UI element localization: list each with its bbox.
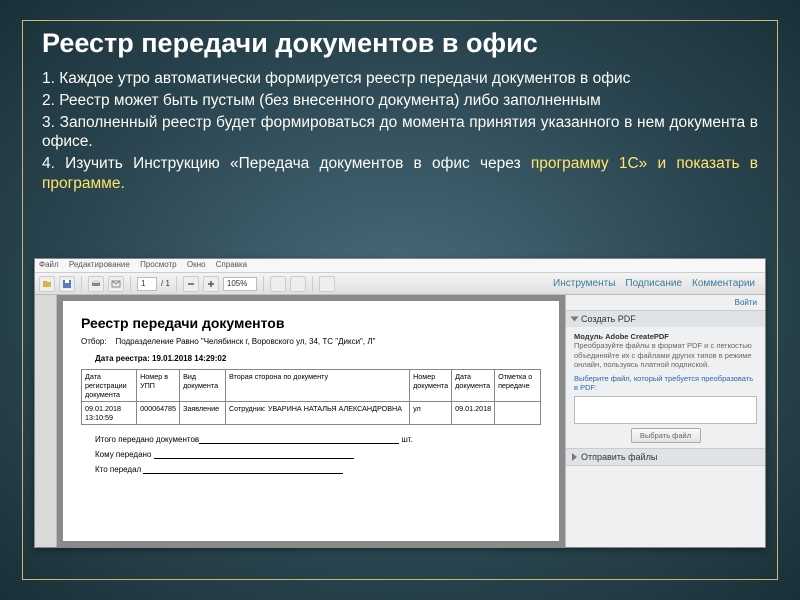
zoom-out-button[interactable] <box>183 276 199 292</box>
doc-date: Дата реестра: 19.01.2018 14:29:02 <box>95 354 541 363</box>
tool-tabs: Инструменты Подписание Комментарии <box>553 278 761 289</box>
module-desc: Преобразуйте файлы в формат PDF и с легк… <box>574 341 752 369</box>
total-label: Итого передано документов <box>95 435 199 444</box>
select-file-label: Выберите файл, который требуется преобра… <box>574 374 757 393</box>
underline <box>154 458 354 459</box>
zoom-level[interactable]: 105% <box>223 277 257 291</box>
page-viewport: Реестр передачи документов Отбор: Подраз… <box>57 295 565 547</box>
tab-tools[interactable]: Инструменты <box>553 278 615 289</box>
toolbar: 1 / 1 105% Инструменты Подписание Коммен… <box>35 273 765 295</box>
table-row: 09.01.2018 13:10:59 000064785 Заявление … <box>82 402 541 425</box>
cell-reg-date: 09.01.2018 13:10:59 <box>82 402 137 425</box>
tool-button[interactable] <box>270 276 286 292</box>
underline <box>199 443 399 444</box>
slide-title: Реестр передачи документов в офис <box>42 28 772 59</box>
pdf-viewer-window: Файл Редактирование Просмотр Окно Справк… <box>34 258 766 548</box>
toolbar-separator <box>130 276 131 292</box>
zoom-value: 105% <box>227 279 247 288</box>
toolbar-separator <box>312 276 313 292</box>
who-label: Кто передал <box>95 465 141 474</box>
to-whom-label: Кому передано <box>95 450 151 459</box>
cell-doc-number: ул <box>410 402 452 425</box>
module-title: Модуль Adobe CreatePDF <box>574 332 669 341</box>
doc-filter: Отбор: Подразделение Равно "Челябинск г,… <box>81 337 541 346</box>
panel-create-header[interactable]: Создать PDF <box>566 311 765 327</box>
save-button[interactable] <box>59 276 75 292</box>
total-line: Итого передано документов шт. <box>95 435 541 444</box>
panel-create-body: Модуль Adobe CreatePDF Преобразуйте файл… <box>566 327 765 448</box>
underline <box>143 473 343 474</box>
filter-label: Отбор: <box>81 337 107 346</box>
menu-edit[interactable]: Редактирование <box>69 260 130 269</box>
menu-window[interactable]: Окно <box>187 260 206 269</box>
panel-send-title: Отправить файлы <box>581 452 657 462</box>
slide-paragraph-2: 2. Реестр может быть пустым (без внесенн… <box>42 91 758 111</box>
document-page: Реестр передачи документов Отбор: Подраз… <box>63 301 559 541</box>
cell-counterparty: Сотрудник: УВАРИНА НАТАЛЬЯ АЛЕКСАНДРОВНА <box>225 402 409 425</box>
cell-transfer-mark <box>495 402 541 425</box>
login-link[interactable]: Войти <box>566 295 765 311</box>
panel-create-pdf: Создать PDF Модуль Adobe CreatePDF Преоб… <box>566 311 765 449</box>
zoom-in-button[interactable] <box>203 276 219 292</box>
col-doc-date: Дата документа <box>452 370 495 402</box>
chevron-down-icon <box>571 317 579 322</box>
slide: Реестр передачи документов в офис 1. Каж… <box>0 0 800 600</box>
tool-button[interactable] <box>290 276 306 292</box>
page-total: / 1 <box>161 279 170 288</box>
to-whom-line: Кому передано <box>95 450 541 459</box>
choose-file-button[interactable]: Выбрать файл <box>631 428 701 443</box>
slide-paragraph-4: 4. Изучить Инструкцию «Передача документ… <box>42 154 758 194</box>
total-unit: шт. <box>401 435 412 444</box>
table-header-row: Дата регистрации документа Номер в УПП В… <box>82 370 541 402</box>
slide-paragraph-4a: 4. Изучить Инструкцию «Передача документ… <box>42 155 531 172</box>
filter-value: Подразделение Равно "Челябинск г, Воровс… <box>115 337 375 346</box>
tool-button[interactable] <box>319 276 335 292</box>
file-drop-box[interactable] <box>574 396 757 424</box>
menu-help[interactable]: Справка <box>216 260 247 269</box>
pdf-body: Реестр передачи документов Отбор: Подраз… <box>35 295 765 547</box>
toolbar-separator <box>176 276 177 292</box>
cell-doc-type: Заявление <box>180 402 226 425</box>
page-number-input[interactable]: 1 <box>137 277 157 291</box>
doc-table: Дата регистрации документа Номер в УПП В… <box>81 369 541 425</box>
mail-button[interactable] <box>108 276 124 292</box>
toolbar-separator <box>81 276 82 292</box>
panel-send-header[interactable]: Отправить файлы <box>566 449 765 465</box>
open-button[interactable] <box>39 276 55 292</box>
col-transfer-mark: Отметка о передаче <box>495 370 541 402</box>
cell-upp-number: 000064785 <box>137 402 180 425</box>
col-upp-number: Номер в УПП <box>137 370 180 402</box>
cell-doc-date: 09.01.2018 <box>452 402 495 425</box>
panel-send-files: Отправить файлы <box>566 449 765 466</box>
toolbar-separator <box>263 276 264 292</box>
chevron-right-icon <box>572 453 577 461</box>
nav-strip[interactable] <box>35 295 57 547</box>
tab-sign[interactable]: Подписание <box>625 278 682 289</box>
doc-title: Реестр передачи документов <box>81 315 541 331</box>
menu-bar: Файл Редактирование Просмотр Окно Справк… <box>35 259 765 273</box>
menu-file[interactable]: Файл <box>39 260 59 269</box>
col-counterparty: Вторая сторона по документу <box>225 370 409 402</box>
tab-comments[interactable]: Комментарии <box>692 278 755 289</box>
col-doc-number: Номер документа <box>410 370 452 402</box>
slide-paragraph-3: 3. Заполненный реестр будет формироватьс… <box>42 113 758 153</box>
menu-view[interactable]: Просмотр <box>140 260 177 269</box>
panel-create-title: Создать PDF <box>581 314 636 324</box>
right-panel: Войти Создать PDF Модуль Adobe CreatePDF… <box>565 295 765 547</box>
who-line: Кто передал <box>95 465 541 474</box>
col-doc-type: Вид документа <box>180 370 226 402</box>
print-button[interactable] <box>88 276 104 292</box>
slide-paragraph-1: 1. Каждое утро автоматически формируется… <box>42 69 758 89</box>
page-current: 1 <box>141 279 145 288</box>
col-reg-date: Дата регистрации документа <box>82 370 137 402</box>
